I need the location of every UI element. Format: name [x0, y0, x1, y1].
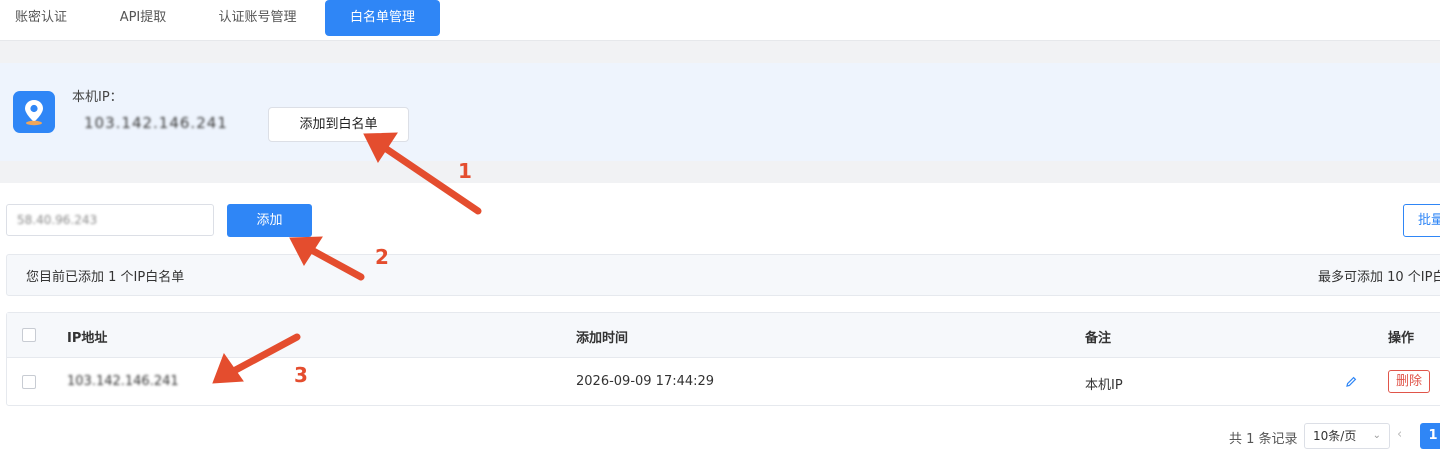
ip-input[interactable]: 58.40.96.243	[6, 204, 214, 236]
ip-input-value: 58.40.96.243	[17, 213, 98, 227]
tab-auth-account-manage[interactable]: 认证账号管理	[205, 0, 310, 36]
local-ip-label: 本机IP：	[72, 90, 123, 105]
separator-band	[0, 41, 1440, 63]
select-all-checkbox[interactable]	[22, 328, 36, 342]
location-pin-icon	[13, 91, 55, 133]
add-to-whitelist-button[interactable]: 添加到白名单	[268, 107, 409, 142]
page-size-select[interactable]: 10条/页 ⌄	[1304, 423, 1390, 449]
row-checkbox[interactable]	[22, 375, 36, 389]
row-remark: 本机IP	[1085, 378, 1123, 393]
chevron-down-icon: ⌄	[1372, 430, 1381, 441]
batch-add-button[interactable]: 批量	[1403, 204, 1440, 237]
annotation-number-1: 1	[458, 159, 472, 183]
tab-bar: 账密认证 API提取 认证账号管理 白名单管理	[0, 0, 1440, 41]
tab-api-extract[interactable]: API提取	[104, 0, 182, 36]
row-ip: 103.142.146.241	[67, 374, 179, 389]
annotation-number-2: 2	[375, 245, 389, 269]
delete-button[interactable]: 删除	[1388, 370, 1430, 393]
edit-icon[interactable]	[1344, 374, 1358, 388]
tab-whitelist-manage[interactable]: 白名单管理	[325, 0, 440, 36]
add-button[interactable]: 添加	[227, 204, 312, 237]
row-time: 2026-09-09 17:44:29	[576, 374, 715, 389]
header-time: 添加时间	[576, 331, 629, 346]
total-records: 共 1 条记录	[1229, 432, 1298, 447]
annotation-number-3: 3	[294, 363, 308, 387]
limit-text: 最多可添加 10 个IP白	[1318, 270, 1440, 285]
header-remark: 备注	[1085, 331, 1112, 346]
local-ip-panel	[0, 63, 1440, 161]
header-ip: IP地址	[67, 331, 108, 346]
separator-band-2	[0, 161, 1440, 183]
whitelist-info-bar	[6, 254, 1440, 296]
page-number-current[interactable]: 1	[1420, 423, 1440, 449]
added-count-text: 您目前已添加 1 个IP白名单	[26, 270, 185, 285]
prev-page-button[interactable]: ‹	[1397, 427, 1402, 442]
local-ip-value: 103.142.146.241	[84, 114, 228, 132]
tab-password-auth[interactable]: 账密认证	[0, 0, 82, 36]
header-action: 操作	[1388, 331, 1415, 346]
table-header	[7, 313, 1440, 358]
page-size-value: 10条/页	[1313, 429, 1357, 443]
